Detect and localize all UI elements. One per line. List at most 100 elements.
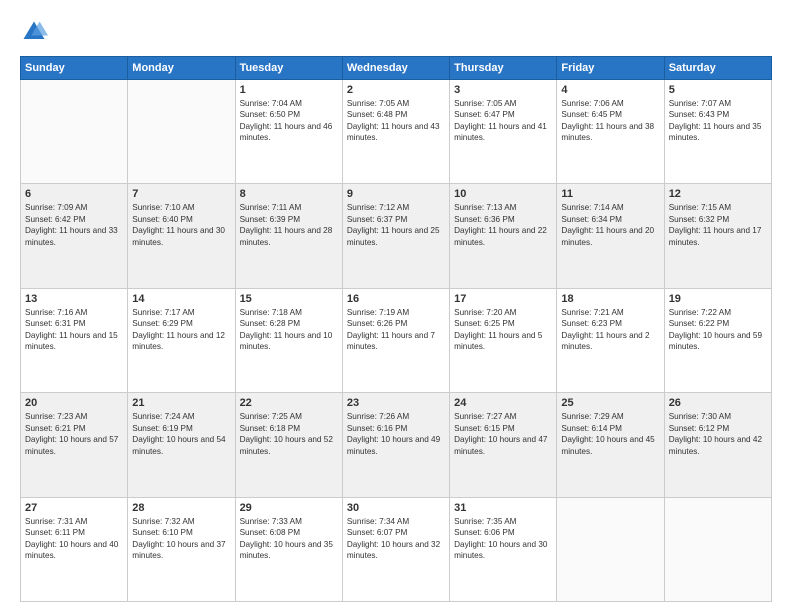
- day-detail: Sunrise: 7:19 AM Sunset: 6:26 PM Dayligh…: [347, 307, 445, 353]
- day-number: 7: [132, 188, 230, 200]
- day-number: 24: [454, 397, 552, 409]
- calendar-cell: 29Sunrise: 7:33 AM Sunset: 6:08 PM Dayli…: [235, 497, 342, 601]
- day-number: 22: [240, 397, 338, 409]
- day-detail: Sunrise: 7:21 AM Sunset: 6:23 PM Dayligh…: [561, 307, 659, 353]
- calendar-cell: 3 Sunrise: 7:05 AM Sunset: 6:47 PM Daylig…: [450, 80, 557, 184]
- day-number: 26: [669, 397, 767, 409]
- day-detail: Sunrise: 7:12 AM Sunset: 6:37 PM Dayligh…: [347, 202, 445, 248]
- day-number: 16: [347, 293, 445, 305]
- day-detail: Sunrise: 7:31 AM Sunset: 6:11 PM Dayligh…: [25, 516, 123, 562]
- day-detail: Sunrise: 7:09 AM Sunset: 6:42 PM Dayligh…: [25, 202, 123, 248]
- calendar-cell: 27Sunrise: 7:31 AM Sunset: 6:11 PM Dayli…: [21, 497, 128, 601]
- calendar-cell: 22 Sunrise: 7:25 AM Sunset: 6:18 PM Dayli…: [235, 393, 342, 497]
- calendar-cell: 4 Sunrise: 7:06 AM Sunset: 6:45 PM Daylig…: [557, 80, 664, 184]
- day-number: 10: [454, 188, 552, 200]
- calendar-cell: 1 Sunrise: 7:04 AM Sunset: 6:50 PM Daylig…: [235, 80, 342, 184]
- day-number: 19: [669, 293, 767, 305]
- calendar-cell: 21 Sunrise: 7:24 AM Sunset: 6:19 PM Dayli…: [128, 393, 235, 497]
- day-detail: Sunrise: 7:23 AM Sunset: 6:21 PM Dayligh…: [25, 411, 123, 457]
- calendar-cell: 16 Sunrise: 7:19 AM Sunset: 6:26 PM Dayli…: [342, 288, 449, 392]
- calendar-cell: 24 Sunrise: 7:27 AM Sunset: 6:15 PM Dayli…: [450, 393, 557, 497]
- weekday-header-monday: Monday: [128, 57, 235, 80]
- day-number: 17: [454, 293, 552, 305]
- day-number: 4: [561, 84, 659, 96]
- day-detail: Sunrise: 7:14 AM Sunset: 6:34 PM Dayligh…: [561, 202, 659, 248]
- day-detail: Sunrise: 7:17 AM Sunset: 6:29 PM Dayligh…: [132, 307, 230, 353]
- day-number: 9: [347, 188, 445, 200]
- calendar-cell: 19 Sunrise: 7:22 AM Sunset: 6:22 PM Dayli…: [664, 288, 771, 392]
- day-detail: Sunrise: 7:07 AM Sunset: 6:43 PM Dayligh…: [669, 98, 767, 144]
- calendar-cell: 18 Sunrise: 7:21 AM Sunset: 6:23 PM Dayli…: [557, 288, 664, 392]
- calendar-cell: 17 Sunrise: 7:20 AM Sunset: 6:25 PM Dayli…: [450, 288, 557, 392]
- day-number: 30: [347, 502, 445, 514]
- day-detail: Sunrise: 7:33 AM Sunset: 6:08 PM Dayligh…: [240, 516, 338, 562]
- day-number: 1: [240, 84, 338, 96]
- calendar-cell: 13 Sunrise: 7:16 AM Sunset: 6:31 PM Dayli…: [21, 288, 128, 392]
- day-number: 14: [132, 293, 230, 305]
- calendar-cell: 11 Sunrise: 7:14 AM Sunset: 6:34 PM Dayli…: [557, 184, 664, 288]
- day-number: 12: [669, 188, 767, 200]
- weekday-header-sunday: Sunday: [21, 57, 128, 80]
- day-detail: Sunrise: 7:22 AM Sunset: 6:22 PM Dayligh…: [669, 307, 767, 353]
- day-detail: Sunrise: 7:13 AM Sunset: 6:36 PM Dayligh…: [454, 202, 552, 248]
- page: SundayMondayTuesdayWednesdayThursdayFrid…: [0, 0, 792, 612]
- day-detail: Sunrise: 7:20 AM Sunset: 6:25 PM Dayligh…: [454, 307, 552, 353]
- calendar-cell: 28 Sunrise: 7:32 AM Sunset: 6:10 PM Dayli…: [128, 497, 235, 601]
- day-number: 11: [561, 188, 659, 200]
- day-number: 21: [132, 397, 230, 409]
- calendar-cell: 7Sunrise: 7:10 AM Sunset: 6:40 PM Daylig…: [128, 184, 235, 288]
- calendar-week-row: 6 Sunrise: 7:09 AM Sunset: 6:42 PM Daylig…: [21, 184, 772, 288]
- day-number: 31: [454, 502, 552, 514]
- day-detail: Sunrise: 7:27 AM Sunset: 6:15 PM Dayligh…: [454, 411, 552, 457]
- day-number: 18: [561, 293, 659, 305]
- calendar-cell: 6 Sunrise: 7:09 AM Sunset: 6:42 PM Daylig…: [21, 184, 128, 288]
- calendar-week-row: 1 Sunrise: 7:04 AM Sunset: 6:50 PM Daylig…: [21, 80, 772, 184]
- day-detail: Sunrise: 7:24 AM Sunset: 6:19 PM Dayligh…: [132, 411, 230, 457]
- calendar-cell: 9 Sunrise: 7:12 AM Sunset: 6:37 PM Daylig…: [342, 184, 449, 288]
- header: [20, 18, 772, 46]
- day-detail: Sunrise: 7:32 AM Sunset: 6:10 PM Dayligh…: [132, 516, 230, 562]
- calendar-cell: 10 Sunrise: 7:13 AM Sunset: 6:36 PM Dayli…: [450, 184, 557, 288]
- logo-icon: [20, 18, 48, 46]
- day-number: 28: [132, 502, 230, 514]
- day-number: 2: [347, 84, 445, 96]
- calendar-week-row: 27Sunrise: 7:31 AM Sunset: 6:11 PM Dayli…: [21, 497, 772, 601]
- day-detail: Sunrise: 7:05 AM Sunset: 6:47 PM Dayligh…: [454, 98, 552, 144]
- day-detail: Sunrise: 7:30 AM Sunset: 6:12 PM Dayligh…: [669, 411, 767, 457]
- day-detail: Sunrise: 7:11 AM Sunset: 6:39 PM Dayligh…: [240, 202, 338, 248]
- calendar-cell: 5 Sunrise: 7:07 AM Sunset: 6:43 PM Daylig…: [664, 80, 771, 184]
- weekday-header-friday: Friday: [557, 57, 664, 80]
- weekday-header-row: SundayMondayTuesdayWednesdayThursdayFrid…: [21, 57, 772, 80]
- calendar-cell: 15Sunrise: 7:18 AM Sunset: 6:28 PM Dayli…: [235, 288, 342, 392]
- day-detail: Sunrise: 7:18 AM Sunset: 6:28 PM Dayligh…: [240, 307, 338, 353]
- day-number: 5: [669, 84, 767, 96]
- weekday-header-tuesday: Tuesday: [235, 57, 342, 80]
- day-detail: Sunrise: 7:06 AM Sunset: 6:45 PM Dayligh…: [561, 98, 659, 144]
- calendar-cell: [128, 80, 235, 184]
- day-number: 20: [25, 397, 123, 409]
- day-number: 6: [25, 188, 123, 200]
- calendar-cell: 12Sunrise: 7:15 AM Sunset: 6:32 PM Dayli…: [664, 184, 771, 288]
- day-detail: Sunrise: 7:35 AM Sunset: 6:06 PM Dayligh…: [454, 516, 552, 562]
- calendar-cell: [557, 497, 664, 601]
- day-number: 25: [561, 397, 659, 409]
- calendar-cell: 14 Sunrise: 7:17 AM Sunset: 6:29 PM Dayli…: [128, 288, 235, 392]
- day-detail: Sunrise: 7:25 AM Sunset: 6:18 PM Dayligh…: [240, 411, 338, 457]
- day-detail: Sunrise: 7:04 AM Sunset: 6:50 PM Dayligh…: [240, 98, 338, 144]
- day-number: 3: [454, 84, 552, 96]
- calendar-cell: 23Sunrise: 7:26 AM Sunset: 6:16 PM Dayli…: [342, 393, 449, 497]
- calendar-cell: 31 Sunrise: 7:35 AM Sunset: 6:06 PM Dayli…: [450, 497, 557, 601]
- day-detail: Sunrise: 7:29 AM Sunset: 6:14 PM Dayligh…: [561, 411, 659, 457]
- calendar-cell: [21, 80, 128, 184]
- day-detail: Sunrise: 7:05 AM Sunset: 6:48 PM Dayligh…: [347, 98, 445, 144]
- day-detail: Sunrise: 7:16 AM Sunset: 6:31 PM Dayligh…: [25, 307, 123, 353]
- day-number: 8: [240, 188, 338, 200]
- calendar-cell: 26 Sunrise: 7:30 AM Sunset: 6:12 PM Dayli…: [664, 393, 771, 497]
- calendar-cell: 8 Sunrise: 7:11 AM Sunset: 6:39 PM Daylig…: [235, 184, 342, 288]
- weekday-header-saturday: Saturday: [664, 57, 771, 80]
- calendar-cell: 30 Sunrise: 7:34 AM Sunset: 6:07 PM Dayli…: [342, 497, 449, 601]
- day-detail: Sunrise: 7:34 AM Sunset: 6:07 PM Dayligh…: [347, 516, 445, 562]
- calendar-cell: 2 Sunrise: 7:05 AM Sunset: 6:48 PM Daylig…: [342, 80, 449, 184]
- calendar-week-row: 13 Sunrise: 7:16 AM Sunset: 6:31 PM Dayli…: [21, 288, 772, 392]
- day-number: 13: [25, 293, 123, 305]
